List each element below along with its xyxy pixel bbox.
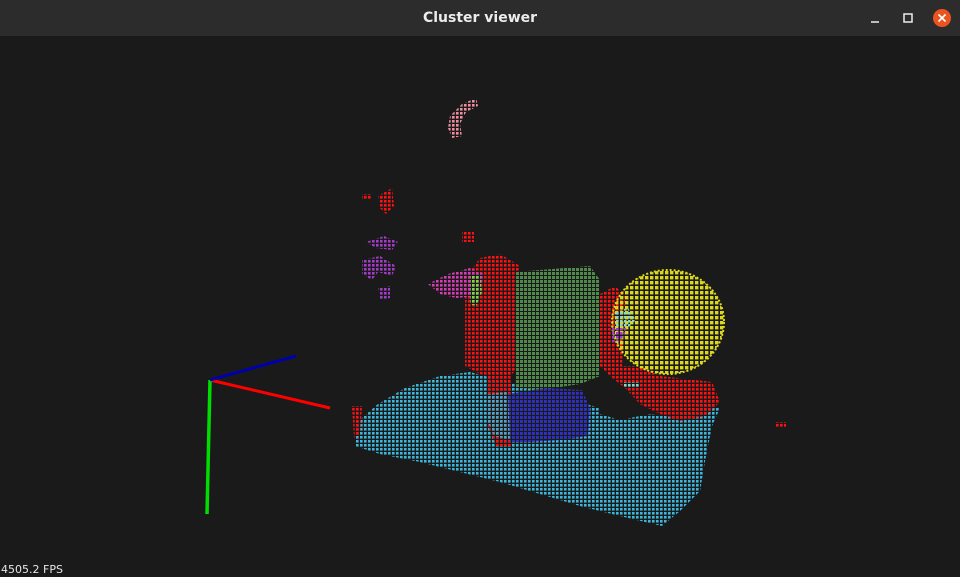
maximize-icon (903, 13, 913, 23)
cluster-viewer-window: Cluster viewer 4505.2 FPS (0, 0, 960, 577)
point-cloud-canvas[interactable] (0, 36, 960, 577)
minimize-button[interactable] (865, 8, 885, 28)
window-title: Cluster viewer (422, 10, 538, 26)
maximize-button[interactable] (898, 8, 918, 28)
title-bar[interactable]: Cluster viewer (0, 0, 960, 36)
point-cloud-viewport[interactable]: 4505.2 FPS (0, 36, 960, 577)
close-icon (933, 9, 951, 27)
green-box-cluster (515, 266, 600, 390)
z-axis (209, 354, 297, 382)
fps-counter: 4505.2 FPS (1, 563, 63, 576)
minimize-icon (871, 21, 879, 23)
blue-box-cluster (486, 388, 590, 442)
close-button[interactable] (932, 8, 952, 28)
pink-cluster (448, 98, 478, 138)
x-axis (209, 378, 331, 410)
coordinate-axes (205, 354, 331, 515)
y-axis (205, 379, 212, 515)
